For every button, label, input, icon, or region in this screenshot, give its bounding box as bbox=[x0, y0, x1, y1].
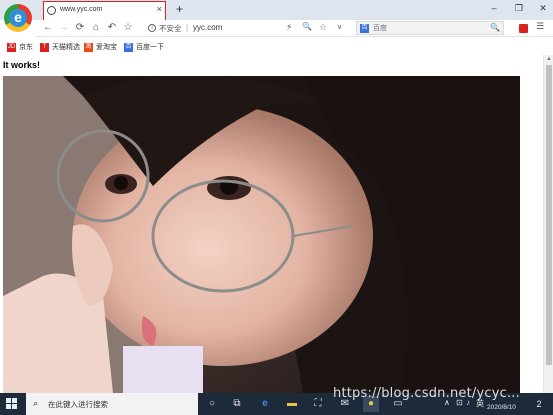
notification-center-icon[interactable]: 2 bbox=[532, 396, 546, 412]
lightning-icon[interactable]: ⚡ bbox=[286, 22, 292, 33]
browser-logo-icon: e bbox=[4, 4, 32, 32]
baidu-icon: 百 bbox=[124, 42, 133, 52]
bookmark-label: 天猫精选 bbox=[52, 44, 80, 51]
bookmark-jd[interactable]: JD 京东 bbox=[7, 41, 33, 53]
bookmark-star-icon[interactable]: ☆ bbox=[319, 22, 327, 33]
file-explorer-icon[interactable]: ▬ bbox=[284, 396, 300, 412]
address-url[interactable]: yyc.com bbox=[193, 23, 222, 32]
baidu-icon[interactable]: 百 bbox=[360, 24, 369, 33]
address-separator: | bbox=[186, 23, 189, 32]
zoom-icon[interactable]: 🔍 bbox=[302, 22, 312, 31]
reload-button[interactable]: ⟳ bbox=[74, 22, 86, 34]
page-content: It works! bbox=[0, 55, 543, 393]
watermark: https://blog.csdn.net/ycyc... bbox=[333, 386, 520, 401]
undo-close-tab-button[interactable]: ↶ bbox=[106, 22, 118, 34]
extension-icon[interactable] bbox=[519, 24, 528, 33]
home-button[interactable]: ⌂ bbox=[90, 22, 102, 34]
taskbar-search-placeholder: 在此键入进行搜索 bbox=[48, 400, 108, 409]
bookmark-label: 京东 bbox=[19, 44, 33, 51]
bookmark-label: 百度一下 bbox=[136, 44, 164, 51]
globe-icon bbox=[47, 6, 56, 15]
tmall-icon: T bbox=[40, 42, 49, 52]
navigation-bar: ← → ⟳ ⌂ ↶ ☆ i 不安全 | yyc.com ⚡ 🔍 ☆ ∨ 百 🔍 … bbox=[36, 20, 553, 37]
taobao-icon: 淘 bbox=[84, 42, 93, 52]
bookmark-baidu[interactable]: 百 百度一下 bbox=[124, 41, 164, 53]
info-icon[interactable]: i bbox=[148, 24, 156, 32]
vertical-scrollbar[interactable]: ▲ bbox=[543, 55, 553, 393]
edge-icon[interactable]: e bbox=[257, 396, 273, 412]
tab-title: www.yyc.com bbox=[60, 6, 103, 13]
back-button[interactable]: ← bbox=[42, 22, 54, 34]
chevron-down-icon[interactable]: ∨ bbox=[337, 23, 342, 31]
jd-icon: JD bbox=[7, 42, 16, 52]
tab-active[interactable]: www.yyc.com × bbox=[43, 1, 166, 21]
portrait-photo bbox=[3, 76, 520, 393]
search-icon: ⌕ bbox=[33, 398, 39, 408]
search-input[interactable] bbox=[373, 23, 483, 34]
bookmark-aitaobao[interactable]: 淘 爱淘宝 bbox=[84, 41, 117, 53]
favorites-button[interactable]: ☆ bbox=[122, 22, 134, 34]
menu-icon[interactable]: ☰ bbox=[536, 21, 544, 32]
title-bar: www.yyc.com × + – ❐ ✕ bbox=[0, 0, 553, 21]
bookmark-label: 爱淘宝 bbox=[96, 44, 117, 51]
bookmark-tmall[interactable]: T 天猫精选 bbox=[40, 41, 80, 53]
security-label[interactable]: 不安全 bbox=[159, 23, 182, 34]
maximize-button[interactable]: ❐ bbox=[512, 3, 526, 14]
taskbar-search[interactable]: ⌕ 在此键入进行搜索 bbox=[26, 393, 198, 415]
scroll-up-icon[interactable]: ▲ bbox=[546, 56, 552, 62]
bookmarks-bar: JD 京东 T 天猫精选 淘 爱淘宝 百 百度一下 bbox=[0, 38, 553, 55]
clock-date[interactable]: 2020/8/10 bbox=[487, 404, 516, 411]
tab-close-button[interactable]: × bbox=[157, 4, 162, 14]
windows-start-button[interactable] bbox=[6, 398, 18, 410]
search-box[interactable]: 百 🔍 bbox=[356, 21, 504, 35]
store-icon[interactable]: ⛶ bbox=[310, 396, 326, 412]
new-tab-button[interactable]: + bbox=[176, 2, 183, 16]
task-view-icon[interactable]: ⧉ bbox=[229, 396, 245, 412]
scroll-thumb[interactable] bbox=[546, 65, 552, 365]
cortana-icon[interactable]: ○ bbox=[204, 396, 220, 412]
search-icon[interactable]: 🔍 bbox=[490, 23, 500, 32]
minimize-button[interactable]: – bbox=[487, 3, 501, 13]
forward-button[interactable]: → bbox=[58, 22, 70, 34]
page-heading: It works! bbox=[3, 60, 41, 70]
close-window-button[interactable]: ✕ bbox=[536, 3, 550, 14]
